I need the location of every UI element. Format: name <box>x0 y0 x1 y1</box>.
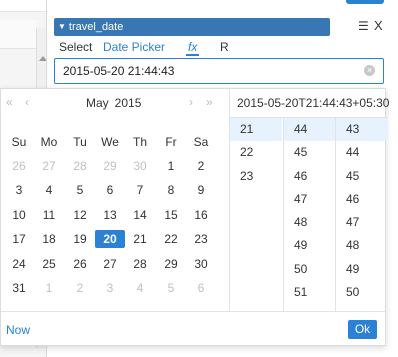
day-cell[interactable]: 30 <box>186 255 216 273</box>
field-title: travel_date <box>68 21 124 33</box>
weekday-label: Sa <box>193 135 209 149</box>
day-cell[interactable]: 15 <box>156 206 186 224</box>
day-cell[interactable]: 22 <box>156 230 186 248</box>
hour-column[interactable]: 21 22 23 <box>230 118 282 311</box>
weekday-label: Mo <box>40 135 58 149</box>
hour-option[interactable]: 21 <box>230 118 282 142</box>
day-cell[interactable]: 18 <box>34 230 64 248</box>
minute-option[interactable]: 49 <box>284 234 335 257</box>
second-option[interactable]: 43 <box>336 118 388 142</box>
next-month-icon[interactable]: › <box>189 96 193 108</box>
tab-date-picker[interactable]: Date Picker <box>103 40 165 54</box>
day-cell[interactable]: 21 <box>125 230 155 248</box>
clear-icon[interactable]: × <box>364 65 375 76</box>
minute-option[interactable]: 47 <box>284 188 335 211</box>
day-cell[interactable]: 24 <box>4 255 34 273</box>
day-cell[interactable]: 2 <box>186 157 216 175</box>
day-cell[interactable]: 6 <box>95 181 125 199</box>
minute-option[interactable]: 51 <box>284 281 335 304</box>
day-cell[interactable]: 7 <box>125 181 155 199</box>
footer-divider <box>1 311 385 312</box>
field-header[interactable]: ▼ travel_date <box>54 18 330 36</box>
minute-option[interactable]: 46 <box>284 165 335 188</box>
day-cell[interactable]: 5 <box>156 279 186 297</box>
day-cell[interactable]: 6 <box>186 279 216 297</box>
day-cell[interactable]: 12 <box>65 206 95 224</box>
minute-option[interactable]: 44 <box>284 118 335 142</box>
weekday-label: We <box>101 135 119 149</box>
second-option[interactable]: 45 <box>336 165 388 188</box>
day-cell[interactable]: 11 <box>34 206 64 224</box>
day-cell[interactable]: 2 <box>65 279 95 297</box>
day-cell[interactable]: 28 <box>65 157 95 175</box>
list-icon[interactable]: ☰ <box>358 20 369 32</box>
day-cell[interactable]: 30 <box>125 157 155 175</box>
day-cell[interactable]: 10 <box>4 206 34 224</box>
collapse-triangle-icon[interactable]: ▼ <box>58 22 66 31</box>
next-year-icon[interactable]: » <box>206 96 213 108</box>
minute-column[interactable]: 44 45 46 47 48 49 50 51 <box>283 118 335 311</box>
second-option[interactable]: 44 <box>336 141 388 164</box>
month-year-label[interactable]: May 2015 <box>86 96 141 110</box>
date-time-picker: « ‹ May 2015 › » Su Mo Tu We Th Fr Sa 26 27 28 29 3… <box>0 88 390 346</box>
day-cell[interactable]: 29 <box>95 157 125 175</box>
weekday-label: Su <box>11 135 27 149</box>
day-cell[interactable]: 3 <box>95 279 125 297</box>
tab-fx[interactable]: fx <box>186 40 200 56</box>
hour-option[interactable]: 22 <box>230 141 282 164</box>
prev-year-icon[interactable]: « <box>6 96 13 108</box>
top-action-button[interactable] <box>346 0 384 4</box>
day-cell[interactable]: 4 <box>34 181 64 199</box>
minute-option[interactable]: 48 <box>284 211 335 234</box>
day-cell[interactable]: 25 <box>34 255 64 273</box>
date-input[interactable]: 2015-05-20 21:44:43 <box>54 58 384 84</box>
day-cell[interactable]: 16 <box>186 206 216 224</box>
day-cell[interactable]: 17 <box>4 230 34 248</box>
weekday-header-row: Su Mo Tu We Th Fr Sa <box>1 133 229 149</box>
second-column[interactable]: 43 44 45 46 47 48 49 50 <box>335 118 388 311</box>
tab-select[interactable]: Select <box>59 40 92 54</box>
day-cell[interactable]: 4 <box>125 279 155 297</box>
day-cell[interactable]: 19 <box>65 230 95 248</box>
day-cell[interactable]: 8 <box>156 181 186 199</box>
day-cell[interactable]: 9 <box>186 181 216 199</box>
weekday-label: Tu <box>73 135 87 149</box>
day-cell[interactable]: 26 <box>65 255 95 273</box>
second-option[interactable]: 49 <box>336 258 388 281</box>
second-option[interactable]: 50 <box>336 281 388 304</box>
day-cell[interactable]: 3 <box>4 181 34 199</box>
second-option[interactable]: 47 <box>336 211 388 234</box>
second-option[interactable]: 46 <box>336 188 388 211</box>
selected-day-cell[interactable]: 20 <box>95 230 125 249</box>
day-cell[interactable]: 27 <box>34 157 64 175</box>
minute-option[interactable]: 50 <box>284 258 335 281</box>
day-cell[interactable]: 28 <box>125 255 155 273</box>
calendar-header: « ‹ May 2015 › » <box>1 89 229 117</box>
prev-month-icon[interactable]: ‹ <box>25 96 29 108</box>
day-cell[interactable]: 13 <box>95 206 125 224</box>
day-cell[interactable]: 26 <box>4 157 34 175</box>
hour-option[interactable]: 23 <box>230 165 282 188</box>
close-icon[interactable]: X <box>374 19 383 33</box>
second-option[interactable]: 48 <box>336 234 388 257</box>
day-cell[interactable]: 1 <box>34 279 64 297</box>
day-cell[interactable]: 29 <box>156 255 186 273</box>
background-column-header <box>0 20 36 49</box>
weekday-label: Fr <box>165 135 177 149</box>
now-link[interactable]: Now <box>6 323 30 337</box>
weekday-label: Th <box>132 135 147 149</box>
day-cell[interactable]: 14 <box>125 206 155 224</box>
ok-button[interactable]: Ok <box>348 320 377 339</box>
minute-option[interactable]: 45 <box>284 141 335 164</box>
day-cell[interactable]: 31 <box>4 279 34 297</box>
time-display: 2015-05-20T21:44:43+05:30 <box>237 96 390 110</box>
day-cell[interactable]: 5 <box>65 181 95 199</box>
background-header <box>0 0 46 12</box>
day-cell[interactable]: 1 <box>156 157 186 175</box>
month-label[interactable]: May <box>86 96 109 110</box>
year-label[interactable]: 2015 <box>115 96 142 110</box>
day-cell[interactable]: 23 <box>186 230 216 248</box>
day-cell[interactable]: 27 <box>95 255 125 273</box>
tab-r[interactable]: R <box>220 40 229 54</box>
